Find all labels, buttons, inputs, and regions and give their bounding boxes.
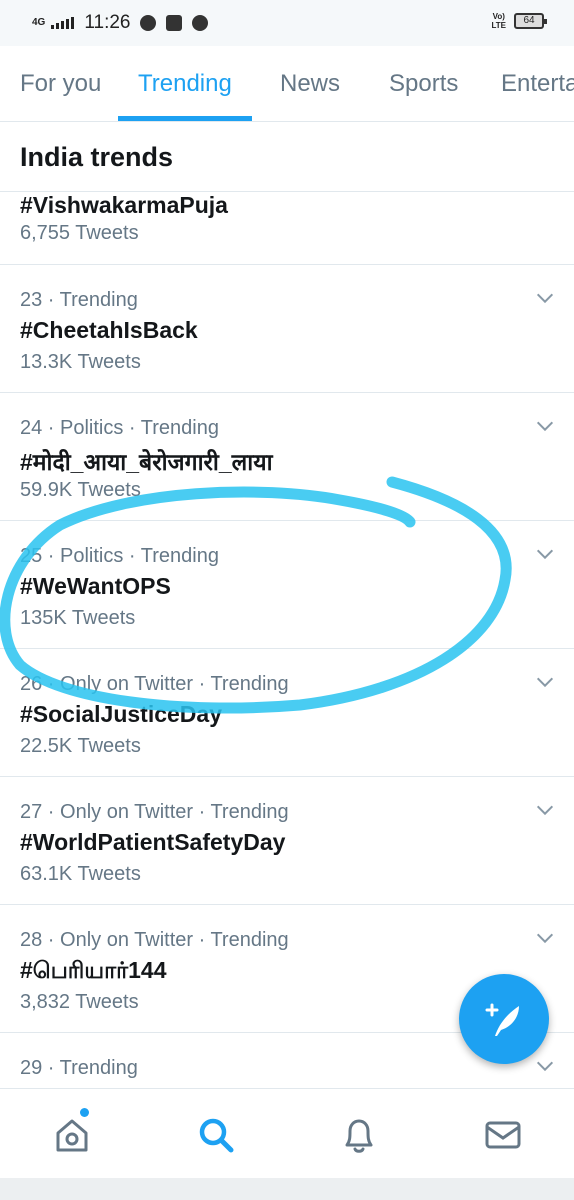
chevron-down-icon[interactable] xyxy=(534,543,556,565)
chevron-down-icon[interactable] xyxy=(534,927,556,949)
status-bar: 4G 11:26 Vo) LTE 64 xyxy=(0,0,574,46)
tab-news[interactable]: News xyxy=(280,46,340,121)
signal-icon xyxy=(51,17,75,29)
chevron-down-icon[interactable] xyxy=(534,415,556,437)
trend-tweet-count: 22.5K Tweets xyxy=(20,735,141,757)
chevron-down-icon[interactable] xyxy=(534,287,556,309)
trend-name: #பெரியார்144 xyxy=(20,957,167,983)
trend-item[interactable]: 25 · Politics · Trending #WeWantOPS 135K… xyxy=(0,521,574,649)
bottom-navigation xyxy=(0,1088,574,1178)
telegram-icon xyxy=(192,15,209,31)
trend-name: #VishwakarmaPuja xyxy=(20,192,228,218)
compose-tweet-icon xyxy=(485,1003,519,1036)
trend-tweet-count: 6,755 Tweets xyxy=(20,222,139,244)
page-title: India trends xyxy=(20,142,174,172)
trend-item[interactable]: 23 · Trending #CheetahIsBack 13.3K Tweet… xyxy=(0,265,574,393)
bell-icon[interactable] xyxy=(337,1113,381,1157)
section-header: India trends xyxy=(0,122,574,192)
trend-item[interactable]: #VishwakarmaPuja 6,755 Tweets xyxy=(0,192,574,265)
trend-item[interactable]: 27 · Only on Twitter · Trending #WorldPa… xyxy=(0,777,574,905)
trend-name: #WorldPatientSafetyDay xyxy=(20,829,286,855)
network-type: 4G xyxy=(32,17,46,28)
tab-entertainment[interactable]: Enterta xyxy=(501,46,574,121)
chevron-down-icon[interactable] xyxy=(534,799,556,821)
trend-meta: 26 · Only on Twitter · Trending xyxy=(20,673,289,695)
trend-tweet-count: 59.9K Tweets xyxy=(20,479,141,501)
trend-tweet-count: 63.1K Tweets xyxy=(20,863,141,885)
search-icon[interactable] xyxy=(194,1113,238,1157)
system-nav-bar xyxy=(0,1178,574,1200)
home-icon[interactable] xyxy=(50,1113,94,1157)
clock: 11:26 xyxy=(84,12,131,33)
trend-meta: 28 · Only on Twitter · Trending xyxy=(20,929,289,951)
chevron-down-icon[interactable] xyxy=(534,1055,556,1077)
trend-meta: 27 · Only on Twitter · Trending xyxy=(20,801,289,823)
trend-item[interactable]: 24 · Politics · Trending #मोदी_आया_बेरोज… xyxy=(0,393,574,521)
trend-name: #SocialJusticeDay xyxy=(20,701,223,727)
volte-indicator: Vo) LTE xyxy=(491,12,506,30)
trend-meta: 29 · Trending xyxy=(20,1057,138,1079)
trend-tweet-count: 135K Tweets xyxy=(20,607,136,629)
active-tab-indicator xyxy=(118,116,252,121)
trend-name: #WeWantOPS xyxy=(20,573,171,599)
compose-tweet-button[interactable] xyxy=(459,974,549,1064)
mail-icon[interactable] xyxy=(481,1113,525,1157)
trend-name: #मोदी_आया_बेरोजगारी_लाया xyxy=(20,449,273,475)
notification-dot xyxy=(80,1108,89,1117)
tab-trending[interactable]: Trending xyxy=(138,46,232,121)
trend-name: #CheetahIsBack xyxy=(20,317,198,343)
tab-for-you[interactable]: For you xyxy=(20,46,101,121)
trend-tweet-count: 3,832 Tweets xyxy=(20,991,139,1013)
trend-tweet-count: 13.3K Tweets xyxy=(20,351,141,373)
youtube-icon xyxy=(166,15,183,31)
trend-item[interactable]: 26 · Only on Twitter · Trending #SocialJ… xyxy=(0,649,574,777)
battery-icon: 64 xyxy=(514,13,547,29)
whatsapp-icon xyxy=(140,15,157,31)
tab-sports[interactable]: Sports xyxy=(389,46,458,121)
explore-tabs: For you Trending News Sports Enterta xyxy=(0,46,574,122)
chevron-down-icon[interactable] xyxy=(534,671,556,693)
trend-meta: 25 · Politics · Trending xyxy=(20,545,219,567)
trend-meta: 23 · Trending xyxy=(20,289,138,311)
trend-meta: 24 · Politics · Trending xyxy=(20,417,219,439)
